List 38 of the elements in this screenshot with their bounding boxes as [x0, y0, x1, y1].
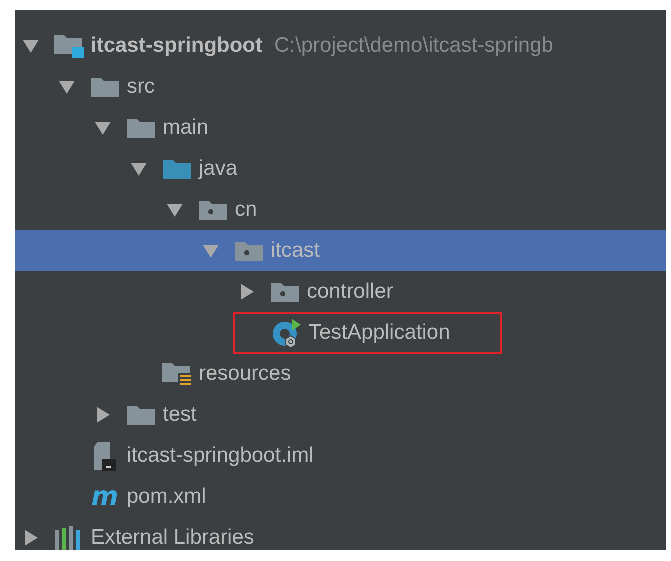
item-label: controller — [307, 280, 394, 304]
maven-icon: m — [91, 484, 119, 510]
collapse-arrow-icon[interactable] — [23, 38, 39, 54]
item-label: itcast-springboot — [91, 34, 262, 58]
item-label: src — [127, 74, 155, 98]
tree-row[interactable]: test — [15, 394, 666, 435]
item-label: main — [163, 116, 209, 140]
item-label: itcast-springboot.iml — [127, 444, 314, 468]
expand-arrow-icon[interactable] — [95, 406, 111, 422]
item-label: External Libraries — [91, 526, 254, 550]
tree-row[interactable]: controller — [15, 271, 666, 312]
tree-row[interactable]: External Libraries — [15, 517, 666, 550]
item-label: TestApplication — [309, 320, 450, 344]
tree-row[interactable]: resources — [15, 353, 666, 394]
tree-row[interactable]: src — [15, 66, 666, 107]
collapse-arrow-icon[interactable] — [59, 78, 75, 94]
expand-arrow-icon[interactable] — [23, 530, 39, 546]
collapse-arrow-icon[interactable] — [167, 202, 183, 218]
class-icon — [271, 316, 303, 348]
tree-row[interactable]: m pom.xml — [15, 476, 666, 517]
collapse-arrow-icon[interactable] — [95, 120, 111, 136]
item-label: java — [199, 156, 238, 180]
tree-row[interactable]: main — [15, 107, 666, 148]
item-label: test — [163, 402, 197, 426]
expand-arrow-icon[interactable] — [239, 284, 255, 300]
module-folder-icon — [53, 32, 85, 58]
tree-row[interactable]: itcast-springboot.iml — [15, 435, 666, 476]
tree-row[interactable]: itcast-springboot C:\project\demo\itcast-springb — [15, 25, 666, 66]
tree-row[interactable]: TestApplication — [15, 312, 666, 353]
item-label: resources — [199, 362, 292, 386]
collapse-arrow-icon[interactable] — [131, 160, 147, 176]
file-icon — [92, 440, 118, 470]
tree-row[interactable]: java — [15, 148, 666, 189]
item-label: pom.xml — [127, 484, 206, 508]
project-path: C:\project\demo\itcast-springb — [274, 34, 554, 58]
tree-row[interactable]: cn — [15, 189, 666, 230]
item-label: itcast — [271, 238, 320, 262]
item-label: cn — [235, 198, 258, 222]
